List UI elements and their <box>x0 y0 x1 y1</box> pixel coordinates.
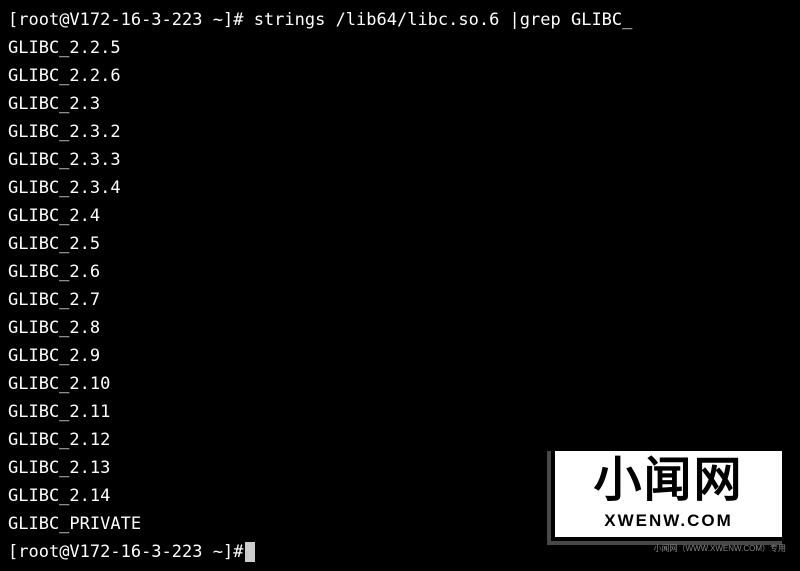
prompt-bracket-open: [ <box>8 10 18 30</box>
prompt-user-host: root@V172-16-3-223 <box>18 542 202 562</box>
prompt-location: ~ <box>202 10 222 30</box>
output-line: GLIBC_2.3.3 <box>8 146 792 174</box>
output-line: GLIBC_2.3 <box>8 90 792 118</box>
output-line: GLIBC_2.2.6 <box>8 62 792 90</box>
prompt-close: ]# <box>223 10 243 30</box>
watermark-footer-text: 小闻网（WWW.XWENW.COM）专用 <box>536 545 786 553</box>
output-line: GLIBC_2.11 <box>8 398 792 426</box>
prompt-bracket-open: [ <box>8 542 18 562</box>
prompt-line-1: [root@V172-16-3-223 ~]# strings /lib64/l… <box>8 6 792 34</box>
prompt-close: ]# <box>223 542 243 562</box>
command-text: strings /lib64/libc.so.6 |grep GLIBC_ <box>243 10 632 30</box>
output-line: GLIBC_2.4 <box>8 202 792 230</box>
cursor <box>245 542 255 562</box>
output-line: GLIBC_2.6 <box>8 258 792 286</box>
output-line: GLIBC_2.9 <box>8 342 792 370</box>
watermark-box: 小闻网 XWENW.COM <box>551 447 786 541</box>
prompt-location: ~ <box>202 542 222 562</box>
output-line: GLIBC_2.3.2 <box>8 118 792 146</box>
output-line: GLIBC_2.7 <box>8 286 792 314</box>
output-line: GLIBC_2.5 <box>8 230 792 258</box>
watermark-sub-text: XWENW.COM <box>565 507 772 535</box>
prompt-user-host: root@V172-16-3-223 <box>18 10 202 30</box>
watermark-main-text: 小闻网 <box>565 457 772 505</box>
output-line: GLIBC_2.8 <box>8 314 792 342</box>
output-line: GLIBC_2.3.4 <box>8 174 792 202</box>
output-line: GLIBC_2.10 <box>8 370 792 398</box>
output-line: GLIBC_2.2.5 <box>8 34 792 62</box>
